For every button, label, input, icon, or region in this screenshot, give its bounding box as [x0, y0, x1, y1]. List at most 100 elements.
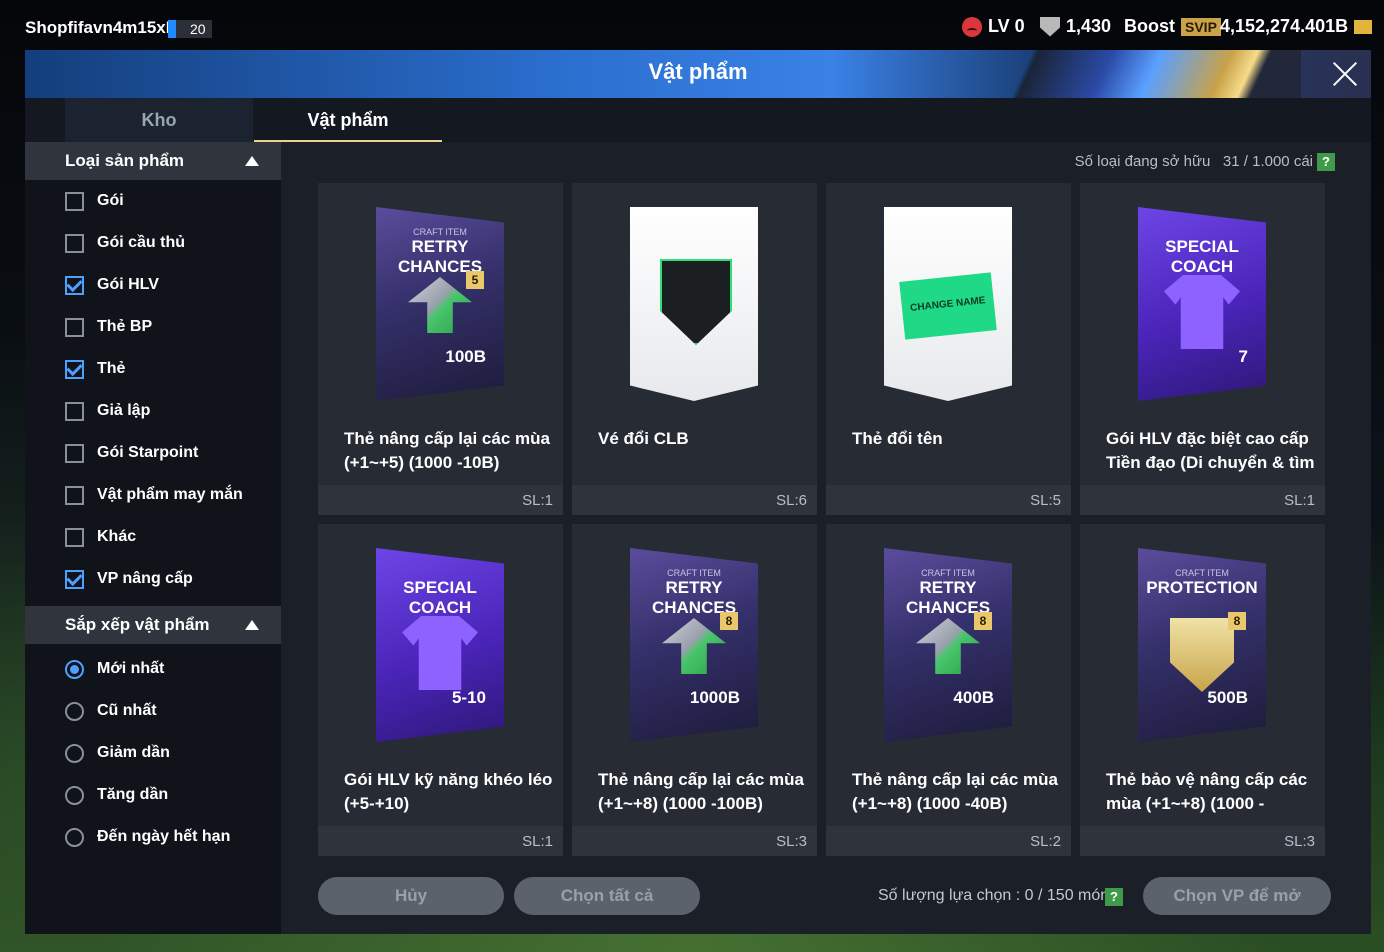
filter-option[interactable]: Giả lập — [25, 390, 281, 432]
owned-help-icon[interactable]: ? — [1317, 153, 1335, 171]
checkbox-icon[interactable] — [65, 317, 84, 337]
selection-count: Số lượng lựa chọn : 0 / 150 món — [878, 887, 1110, 904]
item-name: Vé đổi CLB — [598, 429, 689, 448]
change-name-card-icon: CHANGE NAME — [899, 272, 997, 340]
filter-option-label: Thẻ — [97, 360, 126, 377]
item-card-art: SPECIAL COACH 5-10 — [376, 548, 504, 742]
filter-option[interactable]: Gói — [25, 180, 281, 222]
tab-vat-pham[interactable]: Vật phẩm — [254, 98, 442, 142]
club-crest-icon — [660, 259, 732, 345]
sort-section-header[interactable]: Sắp xếp vật phẩm — [25, 606, 281, 644]
radio-selected-icon[interactable] — [65, 659, 84, 679]
checkbox-icon[interactable] — [65, 191, 84, 211]
filter-option[interactable]: VP nâng cấp — [25, 558, 281, 600]
item-card[interactable]: SPECIAL COACH 7 Gói HLV đặc biệt cao cấp T… — [1080, 183, 1325, 515]
filter-option-label: Khác — [97, 528, 137, 545]
retry-arrows-icon — [916, 618, 980, 674]
trophy-value: 1,430 — [1066, 16, 1112, 36]
filter-option-label: Vật phẩm may mắn — [97, 486, 243, 503]
filter-list: Gói Gói cầu thủ Gói HLV Thẻ BP Thẻ Giả lập Gói… — [25, 180, 281, 600]
item-card-art: CRAFT ITEM RETRY CHANCES 5 100B — [376, 207, 504, 401]
item-quantity: SL:3 — [1284, 833, 1315, 850]
upgrade-shield-icon — [1170, 618, 1234, 692]
item-quantity: SL:1 — [1284, 492, 1315, 509]
sort-option[interactable]: Tăng dần — [25, 774, 281, 816]
item-card[interactable]: CRAFT ITEM RETRY CHANCES 8 1000B Thẻ nâng cấ… — [572, 524, 817, 856]
retry-arrows-icon — [662, 618, 726, 674]
radio-icon[interactable] — [65, 701, 84, 721]
filter-option[interactable]: Khác — [25, 516, 281, 558]
owned-value: 31 / 1.000 cái — [1222, 153, 1313, 170]
filter-option[interactable]: Gói HLV — [25, 264, 281, 306]
filter-option-label: Gói — [97, 192, 124, 209]
sort-option[interactable]: Đến ngày hết hạn — [25, 816, 281, 858]
filter-option-label: Giả lập — [97, 402, 151, 419]
level-number-badge: 8 — [974, 612, 992, 630]
item-card[interactable]: CRAFT ITEM RETRY CHANCES 5 100B Thẻ nâng cấp… — [318, 183, 563, 515]
filter-option[interactable]: Gói cầu thủ — [25, 222, 281, 264]
sort-option-label: Cũ nhất — [97, 702, 157, 719]
item-card-art: SPECIAL COACH 7 — [1138, 207, 1266, 401]
checkbox-icon[interactable] — [65, 485, 84, 505]
retry-arrows-icon — [408, 277, 472, 333]
item-card[interactable]: SPECIAL COACH 5-10 Gói HLV kỹ năng khéo lé… — [318, 524, 563, 856]
filter-option-label: Gói HLV — [97, 276, 159, 293]
filter-option[interactable]: Thẻ — [25, 348, 281, 390]
sort-option[interactable]: Mới nhất — [25, 648, 281, 690]
tab-kho[interactable]: Kho — [65, 98, 253, 142]
item-card-art: CRAFT ITEM RETRY CHANCES 8 400B — [884, 548, 1012, 742]
lv-stat: LV 0 — [962, 16, 1025, 37]
sort-option-label: Giảm dần — [97, 744, 170, 761]
item-card-art — [630, 207, 758, 401]
balance-value: 4,152,274.401B — [1220, 16, 1349, 36]
radio-icon[interactable] — [65, 827, 84, 847]
collapse-triangle-icon — [245, 156, 259, 166]
art-value: 7 — [1238, 347, 1248, 366]
item-quantity: SL:3 — [776, 833, 807, 850]
art-value: 100B — [445, 347, 486, 366]
checkbox-icon[interactable] — [65, 527, 84, 547]
filter-section-header[interactable]: Loại sản phẩm — [25, 142, 281, 180]
filter-option[interactable]: Thẻ BP — [25, 306, 281, 348]
cancel-button[interactable]: Hủy — [318, 877, 504, 915]
modal-title: Vật phẩm — [648, 59, 748, 84]
filter-option[interactable]: Gói Starpoint — [25, 432, 281, 474]
item-card-art: CRAFT ITEM PROTECTION 8 500B — [1138, 548, 1266, 742]
item-quantity: SL:5 — [1030, 492, 1061, 509]
select-all-button[interactable]: Chọn tất cả — [514, 877, 700, 915]
tab-bar: Kho Vật phẩm — [25, 98, 1371, 142]
item-card[interactable]: CRAFT ITEM PROTECTION 8 500B Thẻ bảo vệ nâng… — [1080, 524, 1325, 856]
filter-section-title: Loại sản phẩm — [65, 151, 185, 170]
checkbox-icon[interactable] — [65, 443, 84, 463]
filter-option[interactable]: Vật phẩm may mắn — [25, 474, 281, 516]
coach-jersey-icon — [1164, 275, 1240, 349]
radio-icon[interactable] — [65, 743, 84, 763]
art-main-caption: PROTECTION — [1146, 578, 1258, 597]
radio-icon[interactable] — [65, 785, 84, 805]
filter-option-label: VP nâng cấp — [97, 570, 193, 587]
filter-option-label: Thẻ BP — [97, 318, 153, 335]
owned-count: Số loại đang sở hữu 31 / 1.000 cái — [1075, 153, 1313, 170]
checkbox-checked-icon[interactable] — [65, 569, 84, 589]
art-value: 500B — [1207, 688, 1248, 707]
level-number-badge: 5 — [466, 271, 484, 289]
item-card[interactable]: CHANGE NAME Thẻ đổi tên SL:5 — [826, 183, 1071, 515]
checkbox-icon[interactable] — [65, 233, 84, 253]
selection-help-icon[interactable]: ? — [1105, 888, 1123, 906]
checkbox-checked-icon[interactable] — [65, 275, 84, 295]
sort-option[interactable]: Giảm dần — [25, 732, 281, 774]
mood-icon — [962, 16, 982, 37]
checkbox-icon[interactable] — [65, 401, 84, 421]
art-value: 5-10 — [451, 688, 486, 707]
art-main-caption: RETRY CHANCES — [397, 237, 483, 276]
art-value: 400B — [953, 688, 994, 707]
item-card[interactable]: Vé đổi CLB SL:6 — [572, 183, 817, 515]
art-small-caption: CRAFT ITEM — [667, 568, 721, 578]
item-card[interactable]: CRAFT ITEM RETRY CHANCES 8 400B Thẻ nâng cấp… — [826, 524, 1071, 856]
checkbox-checked-icon[interactable] — [65, 359, 84, 379]
sort-option[interactable]: Cũ nhất — [25, 690, 281, 732]
boost-stat[interactable]: Boost SVIP — [1124, 16, 1221, 37]
open-selected-button[interactable]: Chọn VP để mở — [1143, 877, 1331, 915]
sort-section-title: Sắp xếp vật phẩm — [65, 615, 210, 634]
close-icon[interactable] — [1327, 56, 1363, 92]
